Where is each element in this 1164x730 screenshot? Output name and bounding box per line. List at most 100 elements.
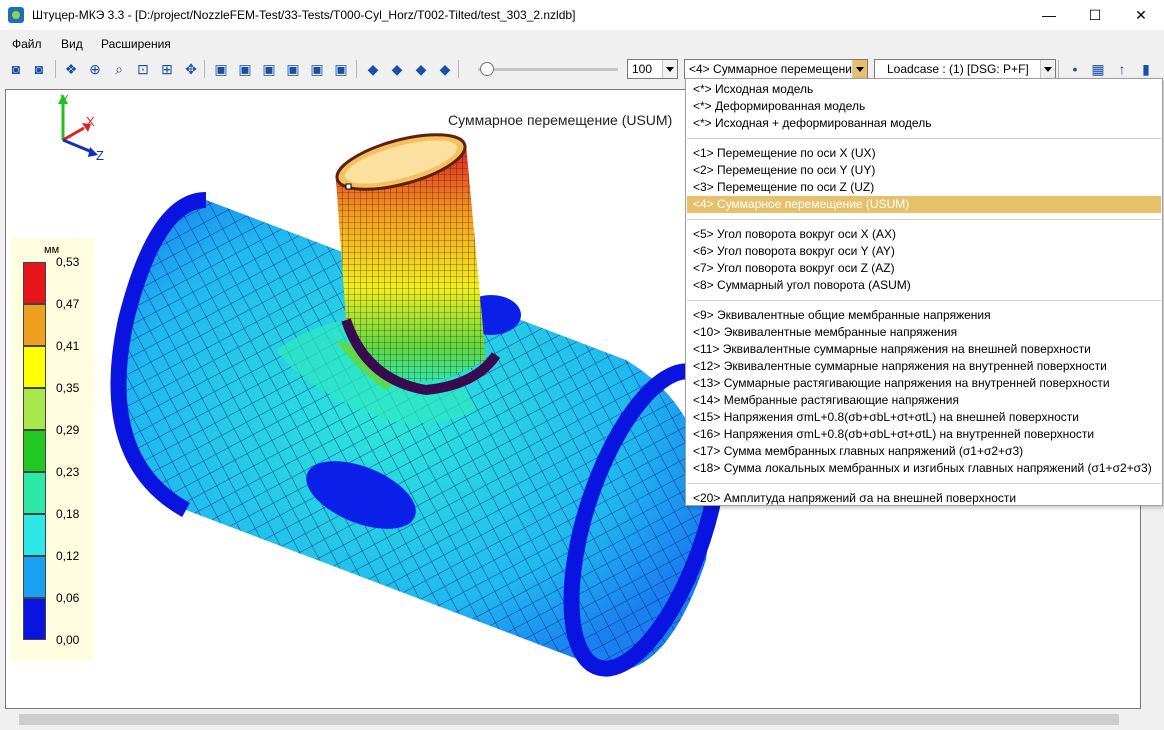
dropdown-item[interactable]: <17> Сумма мембранных главных напряжений… xyxy=(687,443,1161,460)
result-select-value: <4> Суммарное перемещени xyxy=(689,62,852,76)
dropdown-separator xyxy=(687,138,1161,139)
legend-value: 0,35 xyxy=(56,381,80,395)
app-logo-icon xyxy=(8,7,24,23)
battery-icon[interactable]: ▮ xyxy=(1137,60,1155,78)
axis-y-label: Y xyxy=(60,92,69,107)
legend-swatch xyxy=(23,472,46,514)
dropdown-item[interactable]: <18> Сумма локальных мембранных и изгибн… xyxy=(687,460,1161,477)
horizontal-scrollbar-thumb[interactable] xyxy=(19,714,1119,725)
legend-value: 0,41 xyxy=(56,339,80,353)
legend-swatch xyxy=(23,556,46,598)
camera-icon[interactable]: ◙ xyxy=(7,60,25,78)
dropdown-item[interactable]: <*> Деформированная модель xyxy=(687,98,1161,115)
dropdown-item[interactable]: <12> Эквивалентные суммарные напряжения … xyxy=(687,358,1161,375)
force-icon[interactable]: ↑ xyxy=(1113,60,1131,78)
loadcase-select[interactable]: Loadcase : (1) [DSG: P+F] xyxy=(874,59,1056,79)
dropdown-item[interactable]: <6> Угол поворота вокруг оси Y (AY) xyxy=(687,243,1161,260)
iso-view-4-icon[interactable]: ◆ xyxy=(436,60,454,78)
legend-swatch xyxy=(23,514,46,556)
legend-swatch xyxy=(23,346,46,388)
minimize-button[interactable]: — xyxy=(1026,0,1072,30)
horizontal-scrollbar[interactable] xyxy=(5,711,1141,728)
dropdown-item[interactable]: <20> Амплитуда напряжений σa на внешней … xyxy=(687,490,1161,505)
surface-icon[interactable]: ▦ xyxy=(1089,60,1107,78)
result-dropdown-list[interactable]: <*> Исходная модель <*> Деформированная м… xyxy=(685,78,1163,506)
result-select[interactable]: <4> Суммарное перемещени xyxy=(684,59,868,79)
model-icon[interactable]: ❖ xyxy=(62,60,80,78)
pan-icon[interactable]: ✥ xyxy=(182,60,200,78)
dropdown-item[interactable]: <8> Суммарный угол поворота (ASUM) xyxy=(687,277,1161,294)
toolbar-separator xyxy=(1058,60,1059,78)
dropdown-item[interactable]: <5> Угол поворота вокруг оси X (AX) xyxy=(687,226,1161,243)
axis-triad: Y X Z xyxy=(58,92,104,163)
view-bottom-icon[interactable]: ▣ xyxy=(332,60,350,78)
zoom-combo[interactable]: 100 xyxy=(627,59,678,79)
toolbar-separator xyxy=(55,60,56,78)
legend-value: 0,23 xyxy=(56,465,80,479)
dropdown-separator xyxy=(687,219,1161,220)
dropdown-item[interactable]: <13> Суммарные растягивающие напряжения … xyxy=(687,375,1161,392)
menu-extensions[interactable]: Расширения xyxy=(101,37,171,51)
dropdown-item[interactable]: <1> Перемещение по оси X (UX) xyxy=(687,145,1161,162)
node-icon[interactable]: • xyxy=(1066,60,1084,78)
legend-value: 0,06 xyxy=(56,591,80,605)
dropdown-separator xyxy=(687,483,1161,484)
chevron-down-icon[interactable] xyxy=(662,60,677,78)
maximize-button[interactable]: ☐ xyxy=(1072,0,1118,30)
menu-file[interactable]: Файл xyxy=(12,37,42,51)
iso-view-3-icon[interactable]: ◆ xyxy=(412,60,430,78)
chevron-down-icon[interactable] xyxy=(1040,60,1055,78)
legend-swatch xyxy=(23,598,46,640)
iso-view-2-icon[interactable]: ◆ xyxy=(388,60,406,78)
title-bar: Штуцер-МКЭ 3.3 - [D:/project/NozzleFEM-T… xyxy=(0,0,1164,30)
legend-value: 0,00 xyxy=(56,633,80,647)
view-right-icon[interactable]: ▣ xyxy=(284,60,302,78)
toolbar-separator xyxy=(356,60,357,78)
legend-value: 0,53 xyxy=(56,255,80,269)
legend-value: 0,29 xyxy=(56,423,80,437)
dropdown-item[interactable]: <11> Эквивалентные суммарные напряжения … xyxy=(687,341,1161,358)
zoom-window-icon[interactable]: ⊡ xyxy=(134,60,152,78)
iso-view-1-icon[interactable]: ◆ xyxy=(364,60,382,78)
dropdown-item[interactable]: <14> Мембранные растягивающие напряжения xyxy=(687,392,1161,409)
dropdown-item[interactable]: <16> Напряжения σmL+0.8(σb+σbL+σt+σtL) н… xyxy=(687,426,1161,443)
window-title: Штуцер-МКЭ 3.3 - [D:/project/NozzleFEM-T… xyxy=(32,8,576,22)
deformation-slider-track[interactable] xyxy=(478,68,618,71)
dropdown-item[interactable]: <7> Угол поворота вокруг оси Z (AZ) xyxy=(687,260,1161,277)
legend-value: 0,47 xyxy=(56,297,80,311)
legend-value: 0,12 xyxy=(56,549,80,563)
mesh-icon[interactable]: ⊕ xyxy=(86,60,104,78)
camera-save-icon[interactable]: ◙ xyxy=(30,60,48,78)
dropdown-item[interactable]: <4> Суммарное перемещение (USUM) xyxy=(687,196,1161,213)
toolbar-separator xyxy=(204,60,205,78)
dropdown-item[interactable]: <3> Перемещение по оси Z (UZ) xyxy=(687,179,1161,196)
zoom-value: 100 xyxy=(632,62,653,76)
zoom-icon[interactable]: ⌕ xyxy=(110,60,128,78)
view-top-icon[interactable]: ▣ xyxy=(308,60,326,78)
dropdown-item[interactable]: <*> Исходная модель xyxy=(687,81,1161,98)
legend-swatch xyxy=(23,262,46,304)
dropdown-separator xyxy=(687,300,1161,301)
dropdown-item[interactable]: <10> Эквивалентные мембранные напряжения xyxy=(687,324,1161,341)
legend-swatch xyxy=(23,304,46,346)
legend-value: 0,18 xyxy=(56,507,80,521)
view-back-icon[interactable]: ▣ xyxy=(236,60,254,78)
legend-swatch xyxy=(23,388,46,430)
close-button[interactable]: ✕ xyxy=(1118,0,1164,30)
nozzle xyxy=(335,133,501,396)
dropdown-item[interactable]: <2> Перемещение по оси Y (UY) xyxy=(687,162,1161,179)
node-marker[interactable] xyxy=(345,183,352,190)
menu-bar: Файл Вид Расширения xyxy=(0,34,1164,54)
axis-z-label: Z xyxy=(96,148,104,163)
axis-x-label: X xyxy=(86,114,95,129)
dropdown-item[interactable]: <9> Эквивалентные общие мембранные напря… xyxy=(687,307,1161,324)
dropdown-item[interactable]: <*> Исходная + деформированная модель xyxy=(687,115,1161,132)
loadcase-select-value: Loadcase : (1) [DSG: P+F] xyxy=(887,62,1029,76)
deformation-slider-thumb[interactable] xyxy=(480,62,494,76)
menu-view[interactable]: Вид xyxy=(61,37,83,51)
view-left-icon[interactable]: ▣ xyxy=(260,60,278,78)
chevron-down-icon[interactable] xyxy=(852,60,867,78)
view-front-icon[interactable]: ▣ xyxy=(212,60,230,78)
fit-icon[interactable]: ⊞ xyxy=(158,60,176,78)
dropdown-item[interactable]: <15> Напряжения σmL+0.8(σb+σbL+σt+σtL) н… xyxy=(687,409,1161,426)
